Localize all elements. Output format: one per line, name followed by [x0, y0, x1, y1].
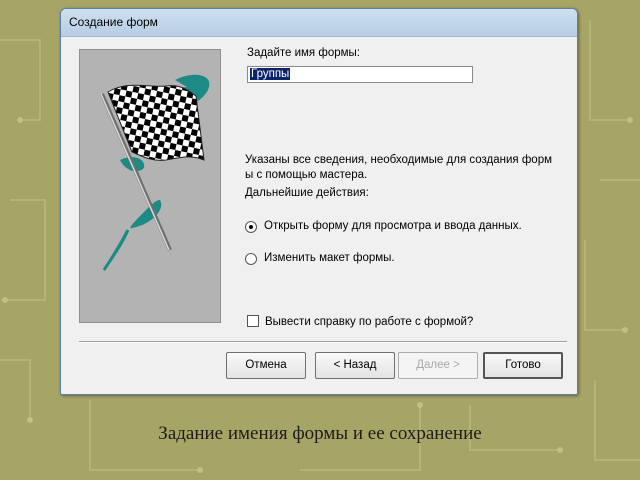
dialog-body: Задайте имя формы: Группы Указаны все св… [67, 39, 571, 389]
form-name-label: Задайте имя формы: [247, 47, 360, 59]
option-edit-layout-label: Изменить макет формы. [264, 252, 395, 264]
next-actions-label: Дальнейшие действия: [245, 187, 369, 199]
slide-caption: Задание имения формы и ее сохранение [158, 423, 482, 444]
form-name-value: Группы [250, 68, 291, 80]
button-separator [79, 341, 567, 343]
checkered-flag-icon [100, 74, 210, 271]
next-button[interactable]: Далее > [398, 352, 478, 379]
finish-button[interactable]: Готово [483, 352, 563, 379]
back-button[interactable]: < Назад [315, 352, 395, 379]
help-checkbox[interactable] [247, 315, 259, 327]
wizard-picture-panel [79, 49, 221, 323]
cancel-button[interactable]: Отмена [226, 352, 306, 379]
dialog-titlebar[interactable]: Создание форм [61, 9, 577, 37]
radio-open-form[interactable] [245, 221, 257, 233]
info-text-line1: Указаны все сведения, необходимые для со… [245, 154, 552, 166]
option-open-form-label: Открыть форму для просмотра и ввода данн… [264, 220, 522, 232]
radio-selected-dot [249, 225, 253, 229]
dialog-title: Создание форм [69, 15, 158, 29]
form-name-input[interactable]: Группы [247, 66, 473, 83]
info-text-line2: ы с помощью мастера. [245, 169, 368, 181]
form-wizard-dialog: Создание форм Задайте имя формы: Группы … [60, 8, 578, 395]
radio-edit-layout[interactable] [245, 253, 257, 265]
help-checkbox-label: Вывести справку по работе с формой? [265, 316, 474, 328]
